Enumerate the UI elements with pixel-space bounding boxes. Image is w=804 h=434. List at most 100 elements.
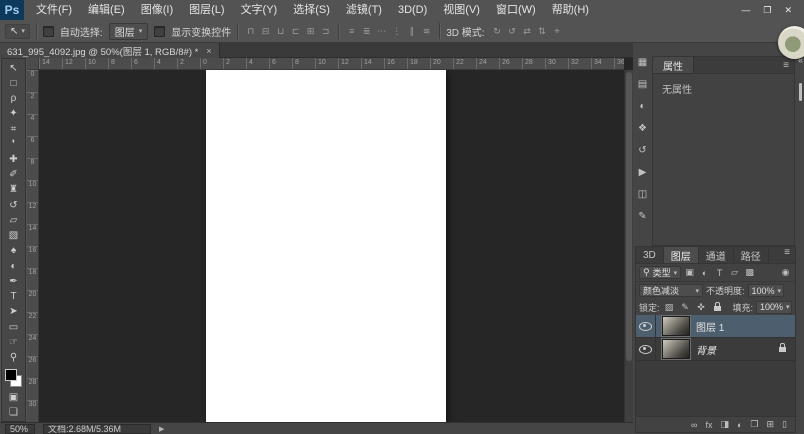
add-layer-mask-icon[interactable]: ◨ <box>720 419 729 430</box>
vertical-scrollbar[interactable] <box>624 70 633 422</box>
tab-properties[interactable]: 属性 <box>653 57 694 73</box>
align-hcenter-icon[interactable]: ⊞ <box>304 26 317 37</box>
layer-thumbnail[interactable] <box>661 338 691 360</box>
lock-image-pixels-icon[interactable]: ✎ <box>679 302 692 313</box>
filter-adjustment-layers-icon[interactable]: ◐ <box>698 268 711 278</box>
align-top-icon[interactable]: ⊓ <box>244 26 257 37</box>
close-tab-icon[interactable]: × <box>206 46 211 56</box>
panel-menu-icon[interactable]: ≡ <box>784 247 795 263</box>
quick-selection-tool[interactable]: ✦ <box>2 107 25 122</box>
panel-tab[interactable]: 3D <box>636 247 664 263</box>
dodge-tool[interactable]: ◐ <box>2 259 25 274</box>
menu-item[interactable]: 编辑(E) <box>80 0 133 20</box>
auto-select-target-dropdown[interactable]: 图层 ▾ <box>108 22 149 40</box>
pen-tool[interactable]: ✒ <box>2 274 25 289</box>
link-layers-icon[interactable]: ∞ <box>691 420 697 430</box>
blur-tool[interactable]: ♠ <box>2 244 25 259</box>
maximize-button[interactable]: ❐ <box>763 5 771 16</box>
eraser-tool[interactable]: ▱ <box>2 213 25 228</box>
tool-preset-picker[interactable]: ↖ ▾ <box>5 23 30 39</box>
visibility-toggle[interactable] <box>636 315 656 337</box>
styles-panel-icon[interactable]: ❖ <box>633 123 652 134</box>
notes-panel-icon[interactable]: ✎ <box>633 211 652 222</box>
foreground-color-swatch[interactable] <box>5 368 17 381</box>
distribute-top-icon[interactable]: ≡ <box>345 26 358 36</box>
path-selection-tool[interactable]: ➤ <box>2 305 25 320</box>
document-tab[interactable]: 631_995_4092.jpg @ 50%(图层 1, RGB/8#) * × <box>0 43 220 58</box>
document-page[interactable] <box>206 70 446 422</box>
opacity-input[interactable]: 100% ▾ <box>747 284 784 297</box>
layer-row[interactable]: 背景 <box>636 338 795 361</box>
crop-tool[interactable]: ⌗ <box>2 122 25 137</box>
type-tool[interactable]: T <box>2 290 25 305</box>
eyedropper-tool[interactable]: ❜ <box>2 137 25 152</box>
align-bottom-icon[interactable]: ⊔ <box>274 26 287 37</box>
lock-all-icon[interactable] <box>711 301 724 313</box>
3d-slide-icon[interactable]: ⇅ <box>536 26 549 37</box>
distribute-hcenter-icon[interactable]: ∥ <box>405 26 418 37</box>
blend-mode-dropdown[interactable]: 颜色减淡 ▾ <box>639 284 703 297</box>
document-info[interactable]: 文档:2.68M/5.36M <box>43 423 151 434</box>
clone-stamp-tool[interactable]: ♜ <box>2 183 25 198</box>
lock-position-icon[interactable]: ✜ <box>695 302 708 313</box>
distribute-right-icon[interactable]: ≋ <box>420 26 433 37</box>
layer-style-icon[interactable]: fx <box>705 420 712 430</box>
hand-tool[interactable]: ☞ <box>2 335 25 350</box>
align-vcenter-icon[interactable]: ⊟ <box>259 26 272 37</box>
show-transform-checkbox[interactable] <box>154 25 166 37</box>
delete-layer-icon[interactable]: ▯ <box>782 419 787 430</box>
status-menu-arrow-icon[interactable]: ▶ <box>159 425 164 433</box>
lasso-tool[interactable]: ρ <box>2 91 25 106</box>
new-adjustment-layer-icon[interactable]: ◐ <box>737 420 742 430</box>
menu-item[interactable]: 滤镜(T) <box>338 0 390 20</box>
filter-type-layers-icon[interactable]: T <box>713 268 726 278</box>
menu-item[interactable]: 视图(V) <box>435 0 488 20</box>
actions-panel-icon[interactable]: ▶ <box>633 167 652 178</box>
panel-scrollbar[interactable] <box>799 83 802 101</box>
shape-tool[interactable]: ▭ <box>2 320 25 335</box>
healing-brush-tool[interactable]: ✚ <box>2 152 25 167</box>
color-panel-icon[interactable]: ▦ <box>633 57 652 68</box>
swatches-panel-icon[interactable]: ▤ <box>633 79 652 90</box>
layer-row[interactable]: 图层 1 <box>636 315 795 338</box>
new-layer-icon[interactable]: ⊞ <box>767 419 775 430</box>
panel-tab[interactable]: 通道 <box>698 247 734 263</box>
history-panel-icon[interactable]: ↺ <box>633 145 652 156</box>
panel-tab[interactable]: 路径 <box>733 247 769 263</box>
menu-item[interactable]: 窗口(W) <box>488 0 544 20</box>
move-tool[interactable]: ↖ <box>2 61 25 76</box>
distribute-left-icon[interactable]: ⋮ <box>390 26 403 37</box>
quick-mask-icon[interactable]: ▣ <box>2 390 25 405</box>
menu-item[interactable]: 文件(F) <box>28 0 80 20</box>
lock-transparent-pixels-icon[interactable]: ▨ <box>663 302 676 313</box>
menu-item[interactable]: 文字(Y) <box>233 0 286 20</box>
3d-roll-icon[interactable]: ↺ <box>506 26 519 37</box>
menu-item[interactable]: 帮助(H) <box>544 0 597 20</box>
scrollbar-thumb[interactable] <box>626 72 632 361</box>
menu-item[interactable]: 图层(L) <box>181 0 232 20</box>
menu-item[interactable]: 选择(S) <box>285 0 338 20</box>
zoom-tool[interactable]: ⚲ <box>2 350 25 365</box>
layer-filter-toggle[interactable]: ◉ <box>779 267 792 278</box>
distribute-bottom-icon[interactable]: ⋯ <box>375 26 388 37</box>
layer-filter-type-dropdown[interactable]: ⚲ 类型 ▾ <box>639 266 682 279</box>
canvas-viewport[interactable] <box>39 70 624 422</box>
menu-item[interactable]: 图像(I) <box>133 0 181 20</box>
align-right-icon[interactable]: ⊐ <box>319 26 332 37</box>
panel-menu-icon[interactable]: ≡ <box>783 60 794 71</box>
minimize-button[interactable]: — <box>741 5 750 16</box>
3d-rotate-icon[interactable]: ↻ <box>491 26 504 37</box>
filter-pixel-layers-icon[interactable]: ▣ <box>683 267 696 278</box>
distribute-vcenter-icon[interactable]: ≣ <box>360 26 373 37</box>
history-brush-tool[interactable]: ↺ <box>2 198 25 213</box>
channels-panel-icon[interactable]: ◫ <box>633 189 652 200</box>
3d-drag-icon[interactable]: ⇄ <box>521 26 534 37</box>
layer-thumbnail[interactable] <box>661 315 691 337</box>
gradient-tool[interactable]: ▧ <box>2 229 25 244</box>
filter-smart-objects-icon[interactable]: ▩ <box>743 267 756 278</box>
visibility-toggle[interactable] <box>636 338 656 360</box>
brush-tool[interactable]: ✐ <box>2 168 25 183</box>
filter-shape-layers-icon[interactable]: ▱ <box>728 267 741 278</box>
3d-scale-icon[interactable]: ⌖ <box>551 26 564 37</box>
auto-select-checkbox[interactable] <box>42 25 54 37</box>
